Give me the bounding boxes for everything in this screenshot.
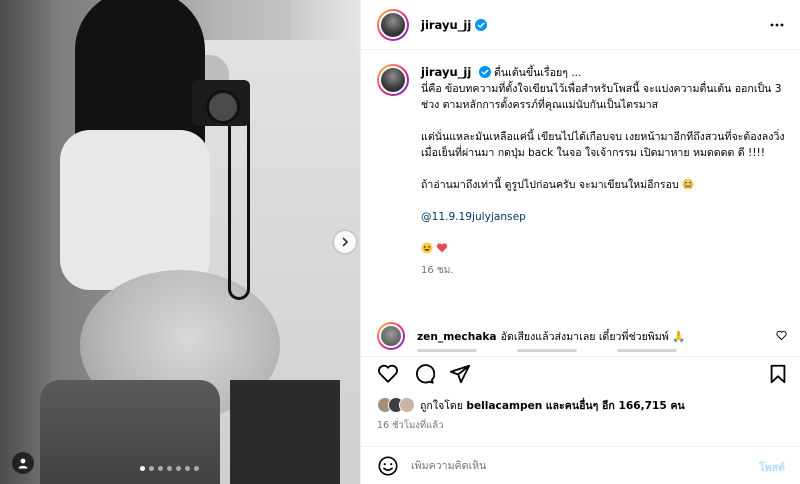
crying-face-emoji-icon (682, 178, 694, 190)
add-comment-bar: โพสต์ (361, 446, 800, 484)
post-side-panel: jirayu_jj jirayu_jj ตื่นเต้นขึ้นเรื่อยๆ … (360, 0, 800, 484)
post-caption: jirayu_jj ตื่นเต้นขึ้นเรื่อยๆ ... นี่คือ… (377, 64, 787, 279)
comment-input[interactable] (411, 459, 711, 472)
paper-plane-icon[interactable] (449, 363, 471, 385)
caption-author-avatar[interactable] (377, 64, 409, 96)
carousel-dot (158, 466, 163, 471)
caption-line-intro: นี่คือ ข้อบทความที่ตั้งใจเขียนไว้เพื่อสำ… (421, 83, 782, 111)
caption-author-username[interactable]: jirayu_jj (421, 65, 471, 79)
carousel-dot (140, 466, 145, 471)
likes-prefix: ถูกใจโดย (420, 399, 463, 412)
post-header: jirayu_jj (361, 0, 800, 50)
mention-link[interactable]: @11.9.19julyjansep (421, 211, 526, 223)
post-photo[interactable] (0, 0, 360, 484)
author-username-link[interactable]: jirayu_jj (421, 18, 471, 32)
commenter-avatar[interactable] (377, 322, 405, 350)
liker-avatars (377, 397, 415, 413)
red-heart-emoji-icon (437, 243, 448, 253)
heart-outline-icon[interactable] (776, 330, 787, 341)
likes-joiner: และ (545, 399, 565, 412)
photo-woman-top (60, 130, 210, 290)
caption-paragraph: แต่นั่นแหละมันเหลือแค่นี้ เขียนไปได้เกือ… (421, 129, 787, 161)
caption-paragraph: @11.9.19julyjansep (421, 209, 787, 225)
smile-icon[interactable] (377, 455, 399, 477)
likes-summary: ถูกใจโดย bellacampen และคนอื่นๆ อีก 166,… (377, 394, 685, 416)
carousel-dot (176, 466, 181, 471)
bookmark-icon[interactable] (767, 363, 789, 385)
comment-row: zen_mechaka อัดเสียงแล้วส่งมาเลย เดี๋ยวพี… (377, 322, 787, 350)
comment-bubble-icon[interactable] (413, 363, 435, 385)
laughing-face-emoji-icon (421, 242, 433, 254)
author-avatar[interactable] (377, 8, 409, 41)
comment-body: อัดเสียงแล้วส่งมาเลย เดี๋ยวพี่ช่วยพิมพ์ … (500, 330, 686, 343)
comment-text: zen_mechaka อัดเสียงแล้วส่งมาเลย เดี๋ยวพี… (417, 328, 685, 345)
more-horizontal-icon[interactable] (769, 17, 785, 33)
chevron-right-icon (342, 237, 349, 247)
caption-line-title: ตื่นเต้นขึ้นเรื่อยๆ ... (494, 67, 582, 79)
next-comment-clipped (377, 349, 787, 355)
carousel-dot (194, 466, 199, 471)
person-icon (18, 458, 28, 469)
commenter-username[interactable]: zen_mechaka (417, 331, 497, 343)
caption-paragraph: jirayu_jj ตื่นเต้นขึ้นเรื่อยๆ ... นี่คือ… (421, 64, 787, 113)
carousel-dots (140, 466, 199, 471)
liker-avatar[interactable] (399, 397, 415, 413)
photo-man-trousers (230, 380, 340, 484)
likes-others-link[interactable]: คนอื่นๆ อีก 166,715 คน (565, 400, 685, 412)
caption-paragraph: ถ้าอ่านมาถึงเท่านี้ ดูรูปไปก่อนครับ จะมา… (421, 177, 787, 193)
photo-camera (192, 80, 250, 126)
liker-username-link[interactable]: bellacampen (466, 400, 542, 412)
action-bar (361, 356, 800, 390)
caption-line-story: แต่นั่นแหละมันเหลือแค่นี้ เขียนไปได้เกือ… (421, 131, 785, 159)
caption-line-outro: ถ้าอ่านมาถึงเท่านี้ ดูรูปไปก่อนครับ จะมา… (421, 179, 679, 191)
caption-timestamp: 16 ชม. (421, 265, 454, 276)
verified-badge-icon (475, 18, 488, 31)
caption-body: jirayu_jj ตื่นเต้นขึ้นเรื่อยๆ ... นี่คือ… (421, 64, 787, 279)
carousel-dot (149, 466, 154, 471)
tagged-users-button[interactable] (12, 452, 34, 474)
post-comment-button[interactable]: โพสต์ (759, 459, 785, 476)
caption-paragraph (421, 241, 787, 257)
carousel-next-button[interactable] (334, 231, 356, 253)
carousel-dot (185, 466, 190, 471)
post-time: 16 ชั่วโมงที่แล้ว (377, 420, 444, 431)
likes-text: ถูกใจโดย bellacampen และคนอื่นๆ อีก 166,… (420, 397, 685, 414)
verified-badge-icon (478, 66, 491, 78)
photo-camera-strap (228, 120, 250, 300)
carousel-dot (167, 466, 172, 471)
heart-outline-icon[interactable] (377, 363, 399, 385)
